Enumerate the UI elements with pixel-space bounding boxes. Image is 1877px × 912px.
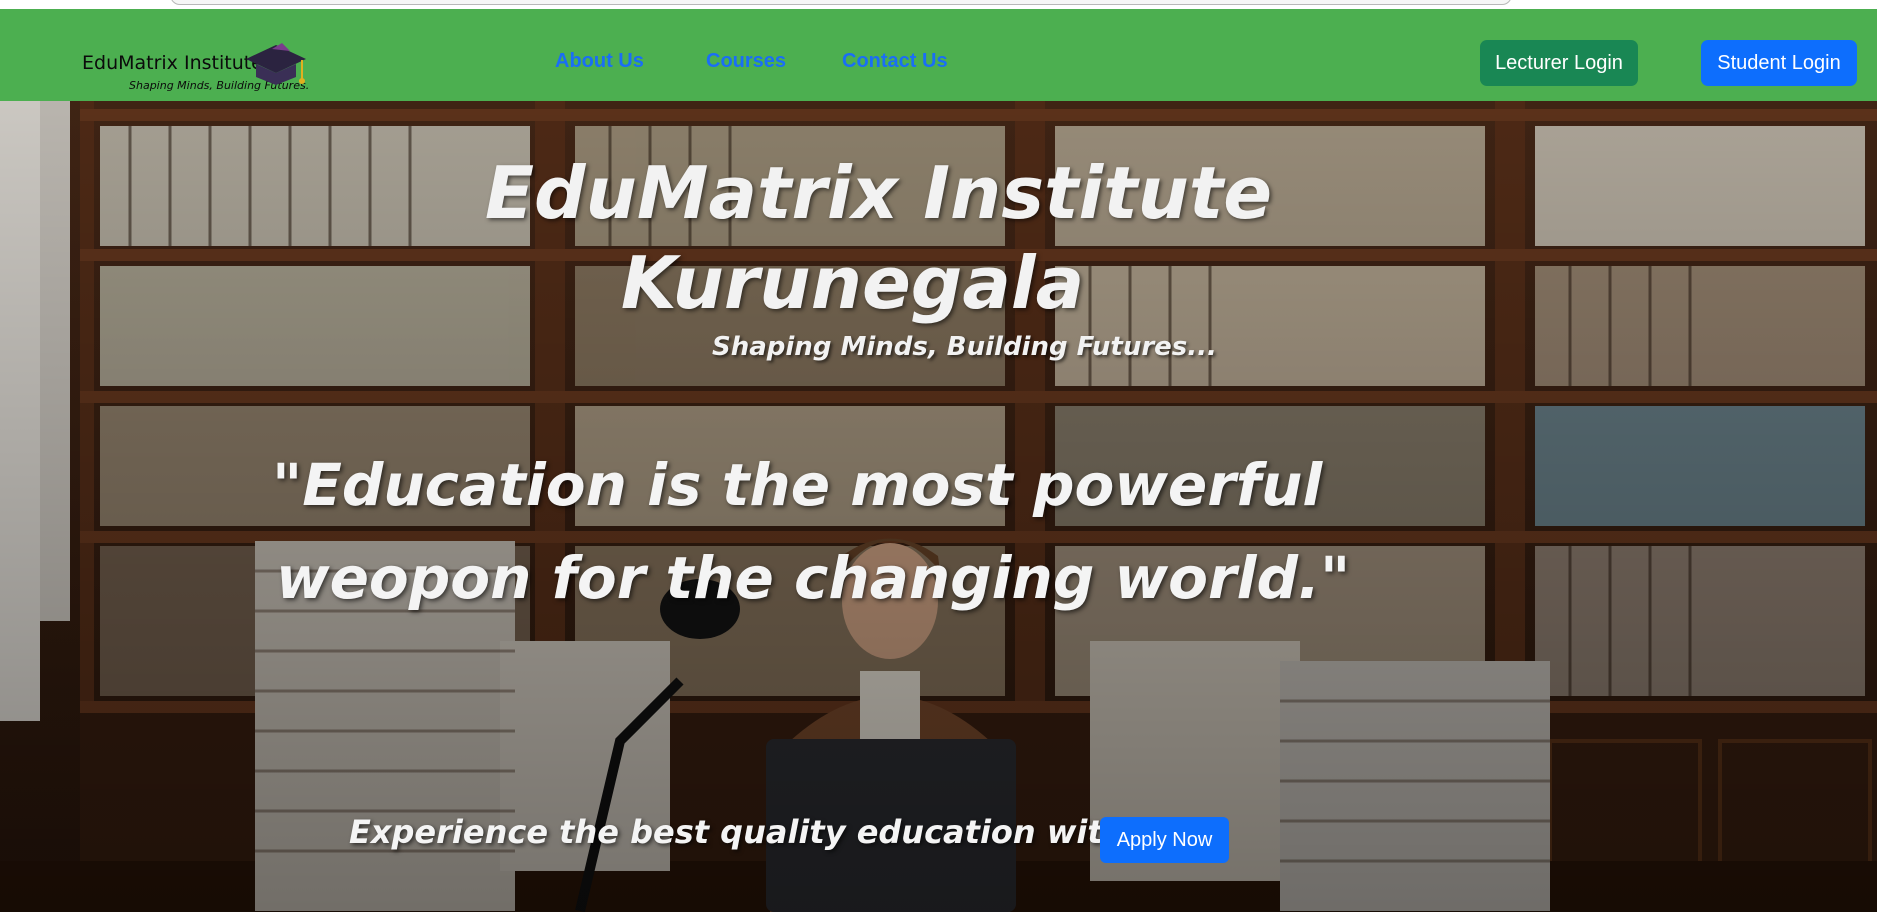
hero-title-line1: EduMatrix Institute: [484, 151, 1273, 235]
browser-edge: [0, 0, 1877, 9]
hero-tagline: Shaping Minds, Building Futures...: [712, 332, 1217, 362]
navbar: EduMatrix Institute Shaping Minds, Build…: [0, 9, 1877, 101]
nav-link-about-us[interactable]: About Us: [555, 50, 644, 73]
hero-section: EduMatrix Institute Kurunegala Shaping M…: [0, 101, 1877, 912]
quote-line1: "Education is the most powerful: [272, 451, 1323, 519]
lecturer-login-button[interactable]: Lecturer Login: [1480, 40, 1638, 86]
hero-title-line2: Kurunegala: [620, 241, 1085, 325]
graduation-cap-icon: [246, 43, 306, 85]
quote-line2: weopon for the changing world.": [276, 544, 1351, 612]
student-login-button[interactable]: Student Login: [1701, 40, 1857, 86]
nav-link-courses[interactable]: Courses: [706, 50, 786, 73]
brand-logo[interactable]: EduMatrix Institute Shaping Minds, Build…: [82, 29, 312, 92]
brand-name: EduMatrix Institute: [82, 52, 263, 74]
apply-now-button[interactable]: Apply Now: [1100, 817, 1229, 863]
nav-link-contact-us[interactable]: Contact Us: [842, 50, 948, 73]
cta-text: Experience the best quality education wi…: [349, 813, 1179, 851]
